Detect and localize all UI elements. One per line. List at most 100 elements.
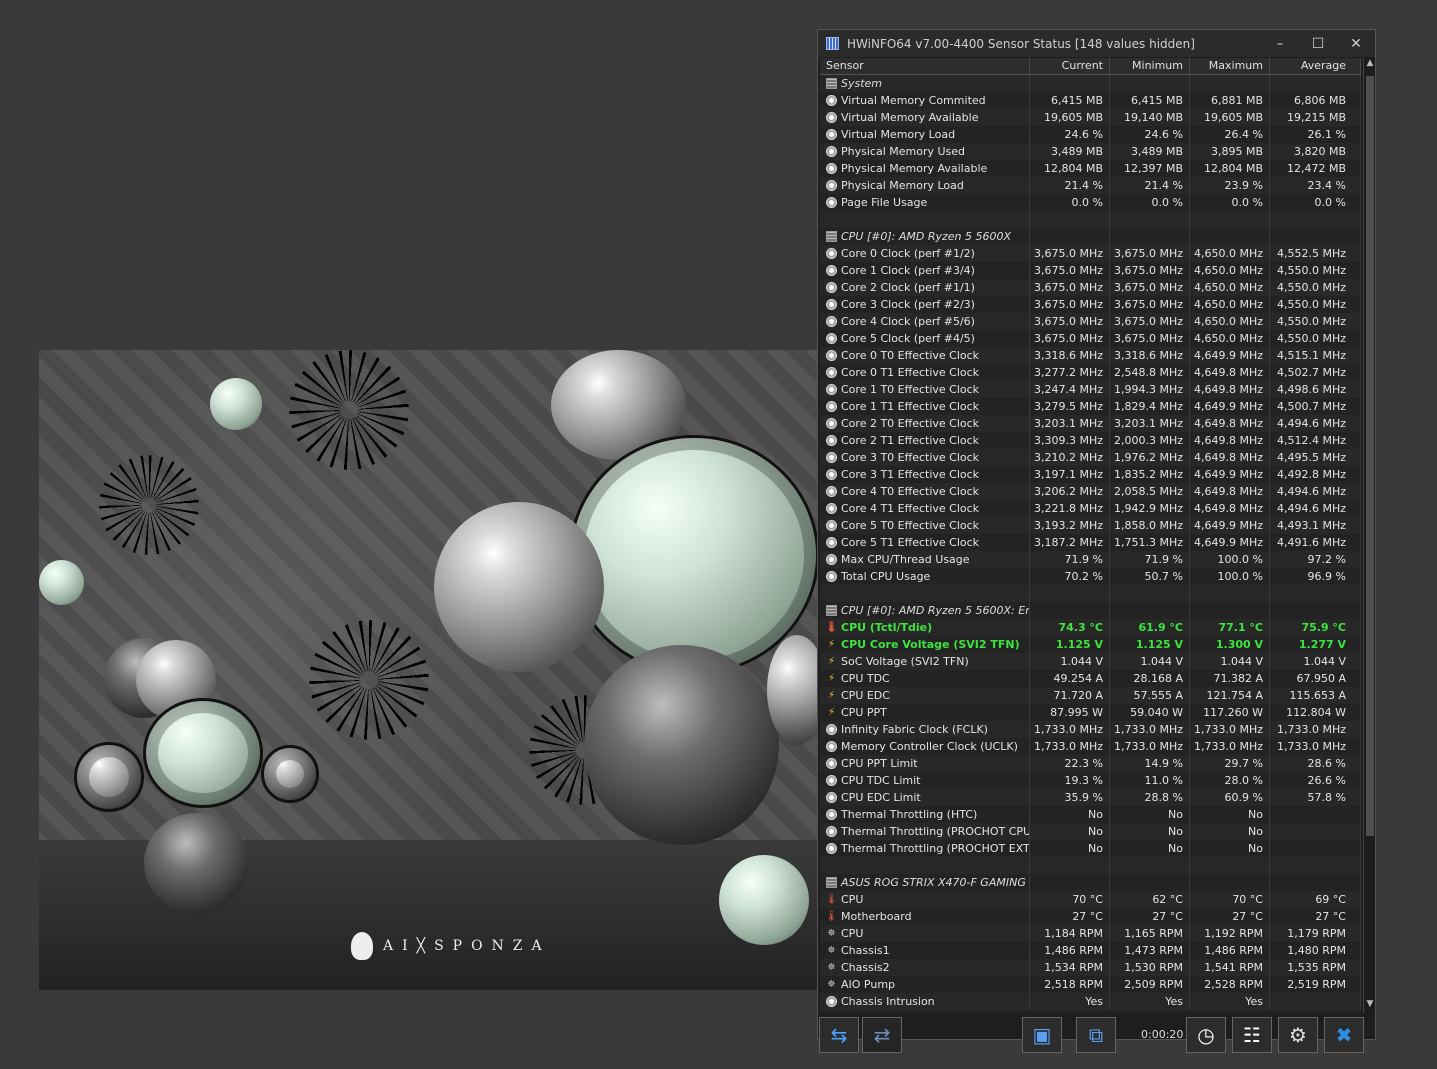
sensor-row[interactable]: Core 3 T1 Effective Clock 3,197.1 MHz 1,83… xyxy=(820,466,1361,483)
sensor-row[interactable]: Core 5 T0 Effective Clock 3,193.2 MHz 1,85… xyxy=(820,517,1361,534)
sensor-row[interactable]: CPU PPT Limit 22.3 % 14.9 % 29.7 % 28.6 % xyxy=(820,755,1361,772)
sensor-row[interactable]: ⚡ SoC Voltage (SVI2 TFN) 1.044 V 1.044 V 1.0… xyxy=(820,653,1361,670)
sensor-name-cell: Core 5 T1 Effective Clock xyxy=(820,534,1030,551)
sensor-row[interactable]: Thermal Throttling (HTC) No No No xyxy=(820,806,1361,823)
average-value: 57.8 % xyxy=(1270,789,1361,806)
sensor-row[interactable]: ✵ AIO Pump 2,518 RPM 2,509 RPM 2,528 RPM 2,51… xyxy=(820,976,1361,993)
gauge-icon xyxy=(826,265,837,276)
sensor-row[interactable]: Physical Memory Used 3,489 MB 3,489 MB 3,89… xyxy=(820,143,1361,160)
minimum-value: 1,858.0 MHz xyxy=(1110,517,1190,534)
column-header-maximum[interactable]: Maximum xyxy=(1190,58,1270,74)
sensor-row[interactable]: ✵ Chassis1 1,486 RPM 1,473 RPM 1,486 RPM 1,48… xyxy=(820,942,1361,959)
sensor-row[interactable]: Core 3 T0 Effective Clock 3,210.2 MHz 1,97… xyxy=(820,449,1361,466)
minimum-value: 2,000.3 MHz xyxy=(1110,432,1190,449)
column-header-minimum[interactable]: Minimum xyxy=(1110,58,1190,74)
report-add-icon: ☷ xyxy=(1243,1023,1261,1047)
sensor-row[interactable]: ⚡ CPU PPT 87.995 W 59.040 W 117.260 W 112.804… xyxy=(820,704,1361,721)
sensor-row[interactable]: Core 1 T1 Effective Clock 3,279.5 MHz 1,82… xyxy=(820,398,1361,415)
sensor-row[interactable]: Core 1 Clock (perf #3/4) 3,675.0 MHz 3,675… xyxy=(820,262,1361,279)
sensor-row[interactable]: Chassis Intrusion Yes Yes Yes xyxy=(820,993,1361,1010)
sensor-name-cell: Core 1 T1 Effective Clock xyxy=(820,398,1030,415)
minimize-button[interactable]: – xyxy=(1261,30,1299,57)
sensor-row[interactable]: ✵ Chassis2 1,534 RPM 1,530 RPM 1,541 RPM 1,53… xyxy=(820,959,1361,976)
minimum-value: 1,976.2 MHz xyxy=(1110,449,1190,466)
sensor-row[interactable]: 🌡 CPU (Tctl/Tdie) 74.3 °C 61.9 °C 77.1 °C 75.… xyxy=(820,619,1361,636)
sensor-row[interactable]: Core 2 T1 Effective Clock 3,309.3 MHz 2,00… xyxy=(820,432,1361,449)
sensor-group-header[interactable]: CPU [#0]: AMD Ryzen 5 5600X xyxy=(820,228,1361,245)
scroll-up-icon[interactable]: ▲ xyxy=(1364,58,1376,72)
average-value xyxy=(1270,823,1361,840)
sensor-group-header[interactable]: System xyxy=(820,75,1361,92)
collapse-arrows-icon: ⇄ xyxy=(873,1023,891,1047)
sensor-row[interactable]: Core 3 Clock (perf #2/3) 3,675.0 MHz 3,675… xyxy=(820,296,1361,313)
sensor-row[interactable]: Core 2 T0 Effective Clock 3,203.1 MHz 3,20… xyxy=(820,415,1361,432)
column-header-sensor[interactable]: Sensor xyxy=(820,58,1030,74)
column-header-current[interactable]: Current xyxy=(1030,58,1110,74)
vertical-scrollbar[interactable]: ▲ ▼ xyxy=(1363,58,1375,1013)
average-value: 4,491.6 MHz xyxy=(1270,534,1361,551)
sensor-row[interactable]: Core 2 Clock (perf #1/1) 3,675.0 MHz 3,675… xyxy=(820,279,1361,296)
sensor-row[interactable]: 🌡 Motherboard 27 °C 27 °C 27 °C 27 °C xyxy=(820,908,1361,925)
sensor-row[interactable]: CPU EDC Limit 35.9 % 28.8 % 60.9 % 57.8 % xyxy=(820,789,1361,806)
sensor-row[interactable]: ⚡ CPU EDC 71.720 A 57.555 A 121.754 A 115.653… xyxy=(820,687,1361,704)
network-button[interactable]: ⧉ xyxy=(1076,1017,1116,1053)
close-button[interactable]: ✕ xyxy=(1337,30,1375,57)
scroll-down-icon[interactable]: ▼ xyxy=(1364,999,1376,1013)
sensor-row[interactable]: Thermal Throttling (PROCHOT EXT) No No No xyxy=(820,840,1361,857)
sensor-row[interactable]: Infinity Fabric Clock (FCLK) 1,733.0 MHz 1… xyxy=(820,721,1361,738)
sensor-row[interactable]: Virtual Memory Commited 6,415 MB 6,415 MB 6… xyxy=(820,92,1361,109)
sensor-row[interactable]: Core 5 T1 Effective Clock 3,187.2 MHz 1,75… xyxy=(820,534,1361,551)
settings-button[interactable]: ⚙ xyxy=(1278,1017,1318,1053)
sensor-row[interactable]: Core 0 T0 Effective Clock 3,318.6 MHz 3,31… xyxy=(820,347,1361,364)
sensor-label: CPU (Tctl/Tdie) xyxy=(841,621,933,634)
scrollbar-thumb[interactable] xyxy=(1366,76,1374,836)
sensor-row[interactable]: CPU TDC Limit 19.3 % 11.0 % 28.0 % 26.6 % xyxy=(820,772,1361,789)
maximize-button[interactable]: ☐ xyxy=(1299,30,1337,57)
sensor-row[interactable]: Virtual Memory Load 24.6 % 24.6 % 26.4 % 26.… xyxy=(820,126,1361,143)
sensor-group-header[interactable]: CPU [#0]: AMD Ryzen 5 5600X: Enh... xyxy=(820,602,1361,619)
sensor-row[interactable]: Core 5 Clock (perf #4/5) 3,675.0 MHz 3,675… xyxy=(820,330,1361,347)
logging-button[interactable]: ☷ xyxy=(1232,1017,1272,1053)
sensor-row[interactable]: Core 4 T0 Effective Clock 3,206.2 MHz 2,05… xyxy=(820,483,1361,500)
minimum-value: 1,473 RPM xyxy=(1110,942,1190,959)
average-value: 28.6 % xyxy=(1270,755,1361,772)
sensor-group-header[interactable]: ASUS ROG STRIX X470-F GAMING (I... xyxy=(820,874,1361,891)
maximum-value: 4,649.9 MHz xyxy=(1190,517,1270,534)
sensor-row[interactable]: ⚡ CPU Core Voltage (SVI2 TFN) 1.125 V 1.125… xyxy=(820,636,1361,653)
maximum-value: 1.300 V xyxy=(1190,636,1270,653)
reset-timer-button[interactable]: ◷ xyxy=(1186,1017,1226,1053)
sensor-row[interactable]: ⚡ CPU TDC 49.254 A 28.168 A 71.382 A 67.950 A xyxy=(820,670,1361,687)
current-value: 3,247.4 MHz xyxy=(1030,381,1110,398)
current-value: Yes xyxy=(1030,993,1110,1010)
column-header-average[interactable]: Average xyxy=(1270,58,1361,74)
thermometer-icon: 🌡 xyxy=(825,911,838,922)
sensor-row[interactable]: ✵ CPU 1,184 RPM 1,165 RPM 1,192 RPM 1,179 RPM xyxy=(820,925,1361,942)
sensor-row[interactable]: Core 0 Clock (perf #1/2) 3,675.0 MHz 3,675… xyxy=(820,245,1361,262)
sensor-row[interactable]: Page File Usage 0.0 % 0.0 % 0.0 % 0.0 % xyxy=(820,194,1361,211)
sensor-row[interactable]: Physical Memory Available 12,804 MB 12,397… xyxy=(820,160,1361,177)
sensor-name-cell: CPU PPT Limit xyxy=(820,755,1030,772)
collapse-columns-button[interactable]: ⇄ xyxy=(862,1017,902,1053)
sensor-row[interactable]: Physical Memory Load 21.4 % 21.4 % 23.9 % 23… xyxy=(820,177,1361,194)
sensor-row[interactable]: 🌡 CPU 70 °C 62 °C 70 °C 69 °C xyxy=(820,891,1361,908)
current-value: 1,184 RPM xyxy=(1030,925,1110,942)
title-bar[interactable]: HWiNFO64 v7.00-4400 Sensor Status [148 v… xyxy=(818,30,1375,57)
sensor-row[interactable]: Total CPU Usage 70.2 % 50.7 % 100.0 % 96.9 % xyxy=(820,568,1361,585)
average-value: 3,820 MB xyxy=(1270,143,1361,160)
sensor-row[interactable]: Virtual Memory Available 19,605 MB 19,140 … xyxy=(820,109,1361,126)
sensor-label: Chassis Intrusion xyxy=(841,995,935,1008)
sensor-monitor-button[interactable]: ▣ xyxy=(1022,1017,1062,1053)
sensor-row[interactable]: Max CPU/Thread Usage 71.9 % 71.9 % 100.0 % 9… xyxy=(820,551,1361,568)
sensor-row[interactable]: Core 1 T0 Effective Clock 3,247.4 MHz 1,99… xyxy=(820,381,1361,398)
sensor-name-cell: Max CPU/Thread Usage xyxy=(820,551,1030,568)
sensor-row[interactable]: Thermal Throttling (PROCHOT CPU) No No No xyxy=(820,823,1361,840)
expand-columns-button[interactable]: ⇆ xyxy=(819,1017,859,1053)
sensor-row[interactable]: Core 4 Clock (perf #5/6) 3,675.0 MHz 3,675… xyxy=(820,313,1361,330)
minimum-value: 3,203.1 MHz xyxy=(1110,415,1190,432)
sensor-row[interactable]: Memory Controller Clock (UCLK) 1,733.0 MH… xyxy=(820,738,1361,755)
sensor-row[interactable]: Core 0 T1 Effective Clock 3,277.2 MHz 2,54… xyxy=(820,364,1361,381)
exit-button[interactable]: ✖ xyxy=(1324,1017,1364,1053)
average-value: 1,733.0 MHz xyxy=(1270,721,1361,738)
sensor-row[interactable]: Core 4 T1 Effective Clock 3,221.8 MHz 1,94… xyxy=(820,500,1361,517)
maximum-value: No xyxy=(1190,840,1270,857)
